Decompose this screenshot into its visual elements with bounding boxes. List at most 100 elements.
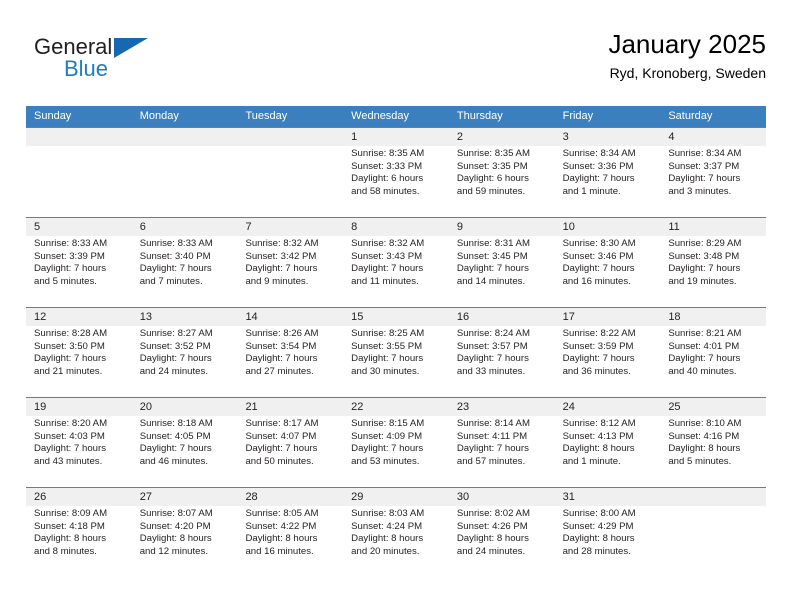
day-cell[interactable]: Sunrise: 8:35 AM Sunset: 3:33 PM Daylight:… (343, 146, 449, 217)
logo[interactable]: General Blue (26, 34, 206, 90)
date-number[interactable]: 11 (660, 218, 766, 236)
day-info-line: and 21 minutes. (34, 365, 103, 377)
day-info-line: Sunset: 3:59 PM (562, 340, 634, 352)
day-info-line: Sunrise: 8:33 AM (34, 238, 108, 249)
date-number[interactable]: 21 (237, 398, 343, 416)
date-number[interactable]: 31 (555, 488, 661, 506)
date-number[interactable]: 19 (26, 398, 132, 416)
day-info-line: Sunrise: 8:26 AM (245, 328, 319, 339)
date-number[interactable]: 1 (343, 128, 449, 146)
day-cell[interactable]: Sunrise: 8:27 AM Sunset: 3:52 PM Daylight:… (132, 326, 238, 397)
date-number[interactable]: 4 (660, 128, 766, 146)
day-cell[interactable]: Sunrise: 8:15 AM Sunset: 4:09 PM Daylight:… (343, 416, 449, 487)
day-of-week-friday: Friday (562, 110, 594, 122)
day-info-line: and 40 minutes. (668, 365, 737, 377)
day-cell[interactable]: Sunrise: 8:03 AM Sunset: 4:24 PM Daylight:… (343, 506, 449, 577)
day-cell[interactable]: Sunrise: 8:10 AM Sunset: 4:16 PM Daylight:… (660, 416, 766, 487)
date-number[interactable]: 28 (237, 488, 343, 506)
day-cell[interactable]: Sunrise: 8:14 AM Sunset: 4:11 PM Daylight:… (449, 416, 555, 487)
day-info-line: Sunset: 4:16 PM (668, 430, 740, 442)
day-info-line: and 9 minutes. (245, 275, 309, 287)
day-cell[interactable]: Sunrise: 8:25 AM Sunset: 3:55 PM Daylight:… (343, 326, 449, 397)
calendar-week-row: 19 20 21 22 23 24 25 Sunrise: 8:20 AM Sunset: 4:… (26, 397, 766, 487)
day-cell[interactable]: Sunrise: 8:30 AM Sunset: 3:46 PM Daylight:… (555, 236, 661, 307)
date-number[interactable]: 30 (449, 488, 555, 506)
day-cell[interactable]: Sunrise: 8:28 AM Sunset: 3:50 PM Daylight:… (26, 326, 132, 397)
day-info-line: Sunrise: 8:35 AM (456, 148, 530, 159)
date-number[interactable]: 6 (132, 218, 238, 236)
day-cell[interactable]: Sunrise: 8:34 AM Sunset: 3:37 PM Daylight:… (660, 146, 766, 217)
date-number[interactable]: 7 (237, 218, 343, 236)
day-info-line: and 57 minutes. (456, 455, 526, 467)
date-number[interactable]: 3 (555, 128, 661, 146)
date-number[interactable]: 27 (132, 488, 238, 506)
day-cell[interactable]: Sunrise: 8:05 AM Sunset: 4:22 PM Daylight:… (237, 506, 343, 577)
calendar-week-row: 26 27 28 29 30 31 Sunrise: 8:09 AM Sunset: 4:18… (26, 487, 766, 577)
day-info-line: and 36 minutes. (562, 365, 631, 377)
date-number[interactable]: 17 (555, 308, 661, 326)
day-info-line: Sunset: 4:13 PM (562, 430, 634, 442)
day-info-line: Daylight: 6 hours (351, 173, 424, 185)
day-cell[interactable]: Sunrise: 8:26 AM Sunset: 3:54 PM Daylight:… (237, 326, 343, 397)
day-cell[interactable]: Sunrise: 8:32 AM Sunset: 3:42 PM Daylight:… (237, 236, 343, 307)
day-info-line: Daylight: 7 hours (139, 263, 212, 275)
day-cell[interactable]: Sunrise: 8:24 AM Sunset: 3:57 PM Daylight:… (449, 326, 555, 397)
calendar-week-row: 12 13 14 15 16 17 18 Sunrise: 8:28 AM Sunset: 3:… (26, 307, 766, 397)
day-cell[interactable]: Sunrise: 8:12 AM Sunset: 4:13 PM Daylight:… (555, 416, 661, 487)
day-info-line: Sunset: 4:22 PM (245, 520, 317, 532)
day-info-line: Daylight: 7 hours (34, 263, 106, 275)
day-cell[interactable]: Sunrise: 8:34 AM Sunset: 3:36 PM Daylight:… (555, 146, 661, 217)
date-number[interactable]: 23 (449, 398, 555, 416)
day-info-line: Sunset: 3:36 PM (562, 160, 634, 172)
day-cell[interactable]: Sunrise: 8:09 AM Sunset: 4:18 PM Daylight:… (26, 506, 132, 577)
date-number[interactable]: 5 (26, 218, 132, 236)
date-number[interactable]: 29 (343, 488, 449, 506)
day-info-line: Sunrise: 8:24 AM (456, 328, 530, 339)
day-info-line: Sunset: 4:18 PM (34, 520, 105, 532)
date-number[interactable]: 16 (449, 308, 555, 326)
day-info-line: Sunrise: 8:15 AM (351, 418, 425, 429)
day-info-line: Sunrise: 8:14 AM (456, 418, 530, 429)
date-number[interactable]: 15 (343, 308, 449, 326)
date-number[interactable]: 25 (660, 398, 766, 416)
date-number[interactable]: 2 (449, 128, 555, 146)
day-info-line: Sunrise: 8:22 AM (562, 328, 636, 339)
day-cell[interactable]: Sunrise: 8:18 AM Sunset: 4:05 PM Daylight:… (132, 416, 238, 487)
day-cell[interactable]: Sunrise: 8:20 AM Sunset: 4:03 PM Daylight:… (26, 416, 132, 487)
date-number[interactable]: 18 (660, 308, 766, 326)
day-of-week-saturday: Saturday (668, 110, 713, 122)
day-info-line: Daylight: 8 hours (562, 533, 635, 545)
day-cell[interactable]: Sunrise: 8:17 AM Sunset: 4:07 PM Daylight:… (237, 416, 343, 487)
date-number[interactable]: 9 (449, 218, 555, 236)
date-number[interactable]: 10 (555, 218, 661, 236)
day-cell[interactable]: Sunrise: 8:32 AM Sunset: 3:43 PM Daylight:… (343, 236, 449, 307)
day-cell[interactable]: Sunrise: 8:22 AM Sunset: 3:59 PM Daylight:… (555, 326, 661, 397)
day-cell[interactable]: Sunrise: 8:31 AM Sunset: 3:45 PM Daylight:… (449, 236, 555, 307)
day-info-line: Daylight: 7 hours (34, 443, 106, 455)
date-number[interactable]: 14 (237, 308, 343, 326)
day-cell[interactable]: Sunrise: 8:02 AM Sunset: 4:26 PM Daylight:… (449, 506, 555, 577)
calendar-weeks: 1 2 3 4 Sunrise: 8:35 AM Sunset: 3:33 PM Dayli… (26, 127, 766, 577)
day-info-line: and 20 minutes. (351, 545, 420, 557)
day-cell[interactable]: Sunrise: 8:07 AM Sunset: 4:20 PM Daylight:… (132, 506, 238, 577)
day-cell[interactable]: Sunrise: 8:33 AM Sunset: 3:39 PM Daylight:… (26, 236, 132, 307)
date-number[interactable]: 13 (132, 308, 238, 326)
day-cell[interactable]: Sunrise: 8:33 AM Sunset: 3:40 PM Daylight:… (132, 236, 238, 307)
day-cell[interactable]: Sunrise: 8:21 AM Sunset: 4:01 PM Daylight:… (660, 326, 766, 397)
day-info-line: Daylight: 8 hours (562, 443, 635, 455)
date-number[interactable]: 20 (132, 398, 238, 416)
day-cell-empty (660, 506, 766, 577)
day-info-line: and 16 minutes. (562, 275, 631, 287)
date-number[interactable]: 22 (343, 398, 449, 416)
day-cell[interactable]: Sunrise: 8:35 AM Sunset: 3:35 PM Daylight:… (449, 146, 555, 217)
date-number[interactable]: 8 (343, 218, 449, 236)
date-number[interactable]: 12 (26, 308, 132, 326)
day-info-line: and 33 minutes. (456, 365, 526, 377)
date-number[interactable]: 24 (555, 398, 661, 416)
day-cell[interactable]: Sunrise: 8:00 AM Sunset: 4:29 PM Daylight:… (555, 506, 661, 577)
day-info-line: Daylight: 7 hours (139, 353, 212, 365)
day-info-line: Daylight: 8 hours (456, 533, 529, 545)
date-number[interactable]: 26 (26, 488, 132, 506)
day-cell[interactable]: Sunrise: 8:29 AM Sunset: 3:48 PM Daylight:… (660, 236, 766, 307)
calendar-page: General Blue January 2025 Ryd, Kronoberg… (0, 0, 792, 612)
